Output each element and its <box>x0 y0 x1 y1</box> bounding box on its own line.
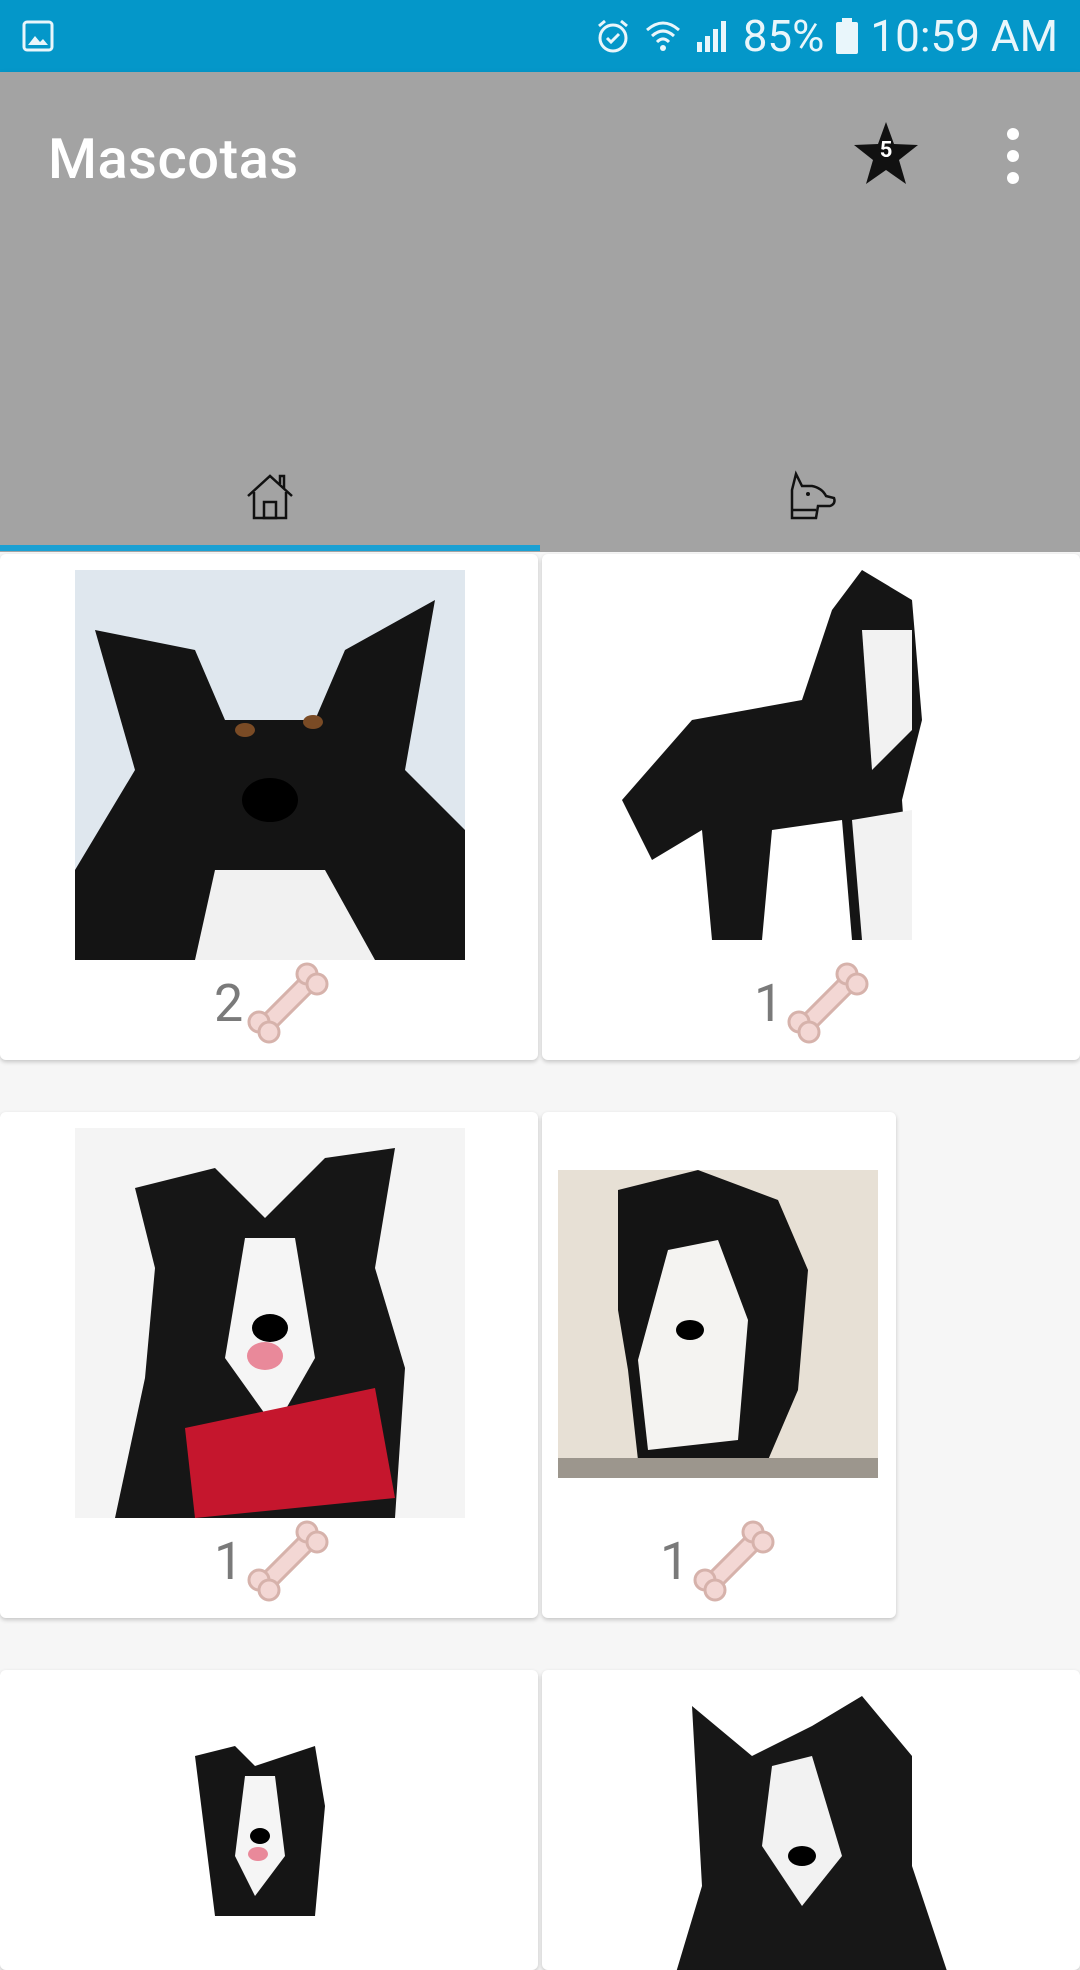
tab-indicator <box>0 545 540 551</box>
pet-card[interactable]: 1 <box>542 1112 896 1618</box>
tab-home[interactable] <box>0 440 540 552</box>
tab-dog[interactable] <box>540 440 1080 552</box>
pet-card[interactable] <box>0 1670 538 1970</box>
favorites-button[interactable]: 5 <box>852 120 920 186</box>
likes-count: 1 <box>660 1530 690 1592</box>
likes-count: 1 <box>754 972 784 1034</box>
house-icon <box>247 474 293 520</box>
clock: 10:59 AM <box>870 10 1058 62</box>
likes-count: 1 <box>214 1530 244 1592</box>
app-title: Mascotas <box>48 126 299 192</box>
pet-photo <box>612 1686 1002 1970</box>
bone-icon[interactable] <box>691 1518 777 1604</box>
pet-likes: 1 <box>754 960 871 1046</box>
status-bar: 85% 10:59 AM <box>0 0 1080 72</box>
overflow-menu-icon <box>1007 128 1019 184</box>
image-icon <box>22 20 54 52</box>
likes-count: 2 <box>214 972 244 1034</box>
overflow-menu-button[interactable] <box>998 126 1028 186</box>
pet-card[interactable]: 1 <box>542 554 1080 1060</box>
pet-card[interactable] <box>542 1670 1080 1970</box>
pet-likes: 2 <box>214 960 331 1046</box>
wifi-icon <box>643 16 683 56</box>
pet-photo <box>558 1170 878 1478</box>
pet-photo <box>612 570 1002 960</box>
app-bar: Mascotas 5 <box>0 72 1080 240</box>
battery-icon <box>834 16 860 56</box>
pet-card[interactable]: 1 <box>0 1112 538 1618</box>
pet-photo <box>75 1686 465 1970</box>
status-icons: 85% 10:59 AM <box>593 8 1058 64</box>
pet-photo <box>75 570 465 960</box>
dog-head-icon <box>790 470 836 520</box>
alarm-icon <box>593 16 633 56</box>
header-area <box>0 240 1080 552</box>
pet-photo <box>75 1128 465 1518</box>
pet-card[interactable]: 2 <box>0 554 538 1060</box>
battery-percent: 85% <box>742 10 825 62</box>
signal-icon <box>693 16 733 56</box>
bone-icon[interactable] <box>245 960 331 1046</box>
bone-icon[interactable] <box>245 1518 331 1604</box>
bone-icon[interactable] <box>785 960 871 1046</box>
favorites-count: 5 <box>879 138 893 163</box>
pet-likes: 1 <box>660 1518 777 1604</box>
pet-likes: 1 <box>214 1518 331 1604</box>
